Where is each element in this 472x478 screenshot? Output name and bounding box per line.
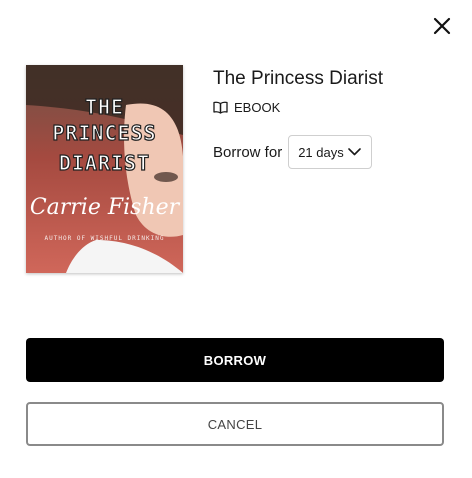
cover-author: Carrie Fisher — [29, 195, 180, 220]
borrow-period-value: 21 days — [298, 144, 344, 160]
book-title: The Princess Diarist — [213, 68, 383, 89]
book-cover-image: THE PRINCESS DIARIST Carrie Fisher AUTHO… — [26, 65, 183, 273]
format-label: EBOOK — [234, 100, 281, 115]
borrow-button[interactable]: BORROW — [26, 338, 444, 382]
cover-title-line: THE — [84, 94, 125, 119]
borrow-label: Borrow for — [213, 143, 283, 161]
close-button[interactable] — [428, 12, 456, 40]
cover-subtitle: AUTHOR OF WISHFUL DRINKING — [44, 235, 165, 242]
chevron-down-icon — [348, 148, 361, 156]
cover-title-line: PRINCESS — [52, 120, 157, 145]
cover-title-line: DIARIST — [58, 150, 151, 175]
cancel-button[interactable]: CANCEL — [26, 402, 444, 446]
close-icon — [433, 17, 451, 35]
open-book-icon — [213, 101, 228, 114]
borrow-period-select[interactable]: 21 days — [288, 135, 373, 169]
book-format: EBOOK — [213, 100, 280, 115]
borrow-period-row: Borrow for 21 days — [213, 135, 373, 169]
